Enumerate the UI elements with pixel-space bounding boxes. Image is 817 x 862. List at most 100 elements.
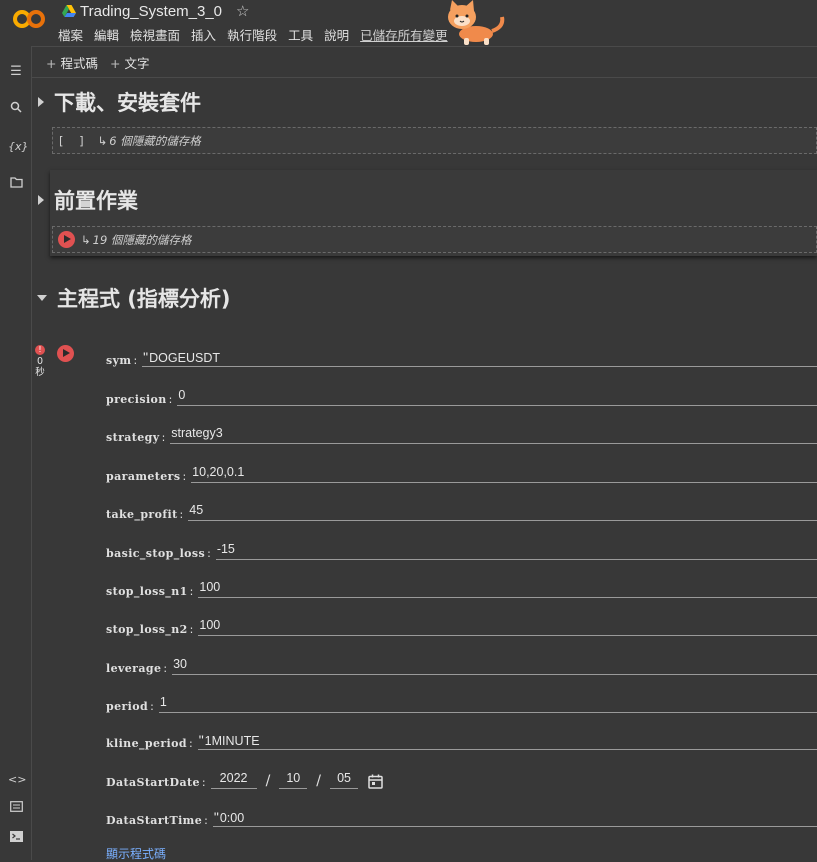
add-code-button[interactable]: + 程式碼 xyxy=(46,53,98,72)
form-row-precision: precision: 0 xyxy=(106,388,817,406)
menu-help[interactable]: 說明 xyxy=(324,25,349,44)
run-cell-button[interactable] xyxy=(57,345,74,366)
date-year-input[interactable]: 2022 xyxy=(210,771,257,789)
section-title: 前置作業 xyxy=(54,189,138,213)
field-label: strategy xyxy=(106,431,160,444)
form-row-data-start-date: DataStartDate: 2022 / 10 / 05 xyxy=(106,771,817,789)
date-day-input[interactable]: 05 xyxy=(330,771,359,789)
quote-mark: " xyxy=(213,809,219,825)
menu-bar: 檔案 編輯 檢視畫面 插入 執行階段 工具 說明 已儲存所有變更 xyxy=(58,25,459,44)
data-start-time-value: 0:00 xyxy=(219,811,245,825)
corner-arrow-icon: ↳ xyxy=(97,133,108,148)
strategy-input[interactable]: strategy3 xyxy=(170,426,817,444)
menu-edit[interactable]: 編輯 xyxy=(94,25,119,44)
left-rail: ☰ {x} <> xyxy=(0,46,32,860)
cell-exec-status: ! 0 秒 xyxy=(34,345,46,378)
collapse-arrow-icon[interactable] xyxy=(37,295,47,301)
notebook-title[interactable]: Trading_System_3_0 xyxy=(80,3,222,20)
hidden-cells-box[interactable]: ↳ 19 個隱藏的儲存格 xyxy=(52,226,817,253)
form-row-parameters: parameters: 10,20,0.1 xyxy=(106,465,817,483)
take-profit-input[interactable]: 45 xyxy=(188,503,817,521)
field-label: DataStartDate xyxy=(106,776,200,789)
run-cell-icon[interactable] xyxy=(58,231,75,248)
add-code-label: 程式碼 xyxy=(60,56,98,71)
menu-insert[interactable]: 插入 xyxy=(191,25,216,44)
search-icon[interactable] xyxy=(8,101,24,117)
menu-tools[interactable]: 工具 xyxy=(288,25,313,44)
hidden-cells-box[interactable]: [ ] ↳ 6 個隱藏的儲存格 xyxy=(52,127,817,154)
form-row-sym: sym: " DOGEUSDT xyxy=(106,349,817,367)
section-header-install: 下載、安裝套件 xyxy=(32,87,201,117)
field-label: take_profit xyxy=(106,508,178,521)
kline-period-value: 1MINUTE xyxy=(204,734,260,748)
form-row-basic-stop-loss: basic_stop_loss: -15 xyxy=(106,542,817,560)
exec-time: 0 xyxy=(36,356,44,367)
stop-loss-n1-input[interactable]: 100 xyxy=(198,580,817,598)
field-label: basic_stop_loss xyxy=(106,547,206,560)
corner-arrow-icon: ↳ xyxy=(81,232,91,247)
plus-icon: + xyxy=(110,56,121,71)
code-snippets-icon[interactable]: <> xyxy=(8,772,26,788)
menu-file[interactable]: 檔案 xyxy=(58,25,83,44)
field-label: sym xyxy=(106,354,132,367)
form-row-take-profit: take_profit: 45 xyxy=(106,503,817,521)
basic-stop-loss-input[interactable]: -15 xyxy=(215,542,817,560)
date-separator: / xyxy=(316,773,322,789)
cell-bracket-icon: [ ] xyxy=(59,133,90,148)
form-row-data-start-time: DataStartTime: " 0:00 xyxy=(106,809,817,827)
date-month-input[interactable]: 10 xyxy=(279,771,308,789)
expand-arrow-icon[interactable] xyxy=(38,97,44,107)
section-title: 主程式 (指標分析) xyxy=(57,287,231,311)
exec-time-unit: 秒 xyxy=(35,367,45,378)
quote-mark: " xyxy=(143,349,149,365)
form-row-stop-loss-n2: stop_loss_n2: 100 xyxy=(106,618,817,636)
plus-icon: + xyxy=(46,56,57,71)
error-badge: ! xyxy=(35,345,45,355)
sym-input[interactable]: " DOGEUSDT xyxy=(142,349,817,367)
add-text-button[interactable]: + 文字 xyxy=(110,53,150,72)
notebook-toolbar: + 程式碼 + 文字 xyxy=(32,46,817,78)
field-label: DataStartTime xyxy=(106,814,203,827)
toc-icon[interactable]: ☰ xyxy=(8,64,24,80)
drive-icon xyxy=(62,5,76,17)
form-row-strategy: strategy: strategy3 xyxy=(106,426,817,444)
form-row-kline-period: kline_period: " 1MINUTE xyxy=(106,732,817,750)
cat-mascot-icon xyxy=(448,0,505,45)
show-code-link[interactable]: 顯示程式碼 xyxy=(106,845,166,862)
colab-logo[interactable] xyxy=(12,8,46,30)
field-label: period xyxy=(106,700,149,713)
parameters-input[interactable]: 10,20,0.1 xyxy=(191,465,817,483)
kline-period-input[interactable]: " 1MINUTE xyxy=(197,732,817,750)
run-cell-icon xyxy=(57,345,74,362)
field-label: stop_loss_n2 xyxy=(106,623,188,636)
precision-input[interactable]: 0 xyxy=(177,388,817,406)
doc-title-row: Trading_System_3_0 ☆ xyxy=(62,1,249,21)
terminal-icon[interactable] xyxy=(8,831,24,847)
section-title: 下載、安裝套件 xyxy=(54,91,201,115)
menu-view[interactable]: 檢視畫面 xyxy=(130,25,180,44)
stop-loss-n2-input[interactable]: 100 xyxy=(198,618,817,636)
section-header-main: 主程式 (指標分析) xyxy=(32,283,231,313)
leverage-input[interactable]: 30 xyxy=(172,657,817,675)
form-row-leverage: leverage: 30 xyxy=(106,657,817,675)
period-input[interactable]: 1 xyxy=(158,695,817,713)
data-start-time-input[interactable]: " 0:00 xyxy=(212,809,817,827)
hidden-cells-label: 6 個隱藏的儲存格 xyxy=(109,133,201,148)
menu-runtime[interactable]: 執行階段 xyxy=(227,25,277,44)
quote-mark: " xyxy=(198,732,204,748)
field-label: kline_period xyxy=(106,737,187,750)
date-separator: / xyxy=(265,773,271,789)
app-header: Trading_System_3_0 ☆ 檔案 編輯 檢視畫面 插入 執行階段 … xyxy=(0,0,817,46)
section-header-setup: 前置作業 xyxy=(32,185,138,215)
folder-icon[interactable] xyxy=(8,177,24,193)
field-label: parameters xyxy=(106,470,181,483)
variables-icon[interactable]: {x} xyxy=(8,139,29,155)
save-status[interactable]: 已儲存所有變更 xyxy=(360,25,448,44)
command-palette-icon[interactable] xyxy=(8,801,24,817)
calendar-icon[interactable] xyxy=(368,774,383,789)
hidden-cells-label: 19 個隱藏的儲存格 xyxy=(92,232,192,247)
expand-arrow-icon[interactable] xyxy=(38,195,44,205)
add-text-label: 文字 xyxy=(124,56,150,71)
form-row-stop-loss-n1: stop_loss_n1: 100 xyxy=(106,580,817,598)
star-icon[interactable]: ☆ xyxy=(236,2,249,20)
